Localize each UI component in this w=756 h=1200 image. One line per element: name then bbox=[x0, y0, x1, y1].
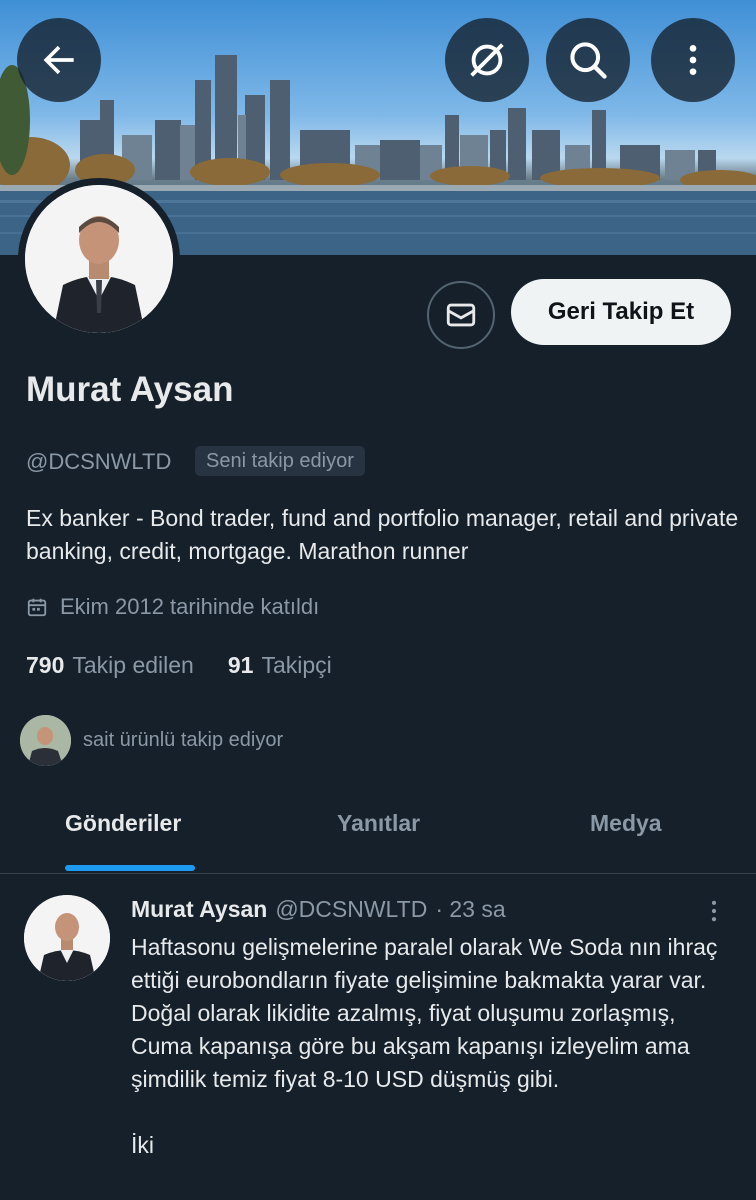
followers-link[interactable]: 91 Takipçi bbox=[228, 652, 332, 679]
tab-replies[interactable]: Yanıtlar bbox=[337, 810, 420, 837]
followers-label: Takipçi bbox=[261, 652, 332, 678]
followed-by-text: sait ürünlü takip ediyor bbox=[83, 729, 284, 751]
joined-text: Ekim 2012 tarihinde katıldı bbox=[60, 594, 320, 619]
translate-button[interactable] bbox=[445, 18, 529, 102]
joined-date: Ekim 2012 tarihinde katıldı bbox=[26, 594, 319, 620]
arrow-left-icon bbox=[43, 45, 74, 75]
translate-icon bbox=[470, 43, 504, 77]
person-photo bbox=[24, 895, 110, 981]
tweet-text: Haftasonu gelişmelerine paralel olarak W… bbox=[131, 934, 718, 1158]
more-options-button[interactable] bbox=[651, 18, 735, 102]
tweet-author-handle: @DCSNWLTD bbox=[275, 896, 428, 922]
back-button[interactable] bbox=[17, 18, 101, 102]
follower-photo bbox=[20, 715, 71, 766]
tab-media[interactable]: Medya bbox=[590, 810, 662, 837]
tweet-time: · 23 sa bbox=[435, 896, 506, 922]
profile-handle: @DCSNWLTD bbox=[26, 449, 172, 474]
more-vertical-icon bbox=[689, 45, 697, 75]
followers-count: 91 bbox=[227, 652, 254, 678]
follows-you-badge: Seni takip ediyor bbox=[195, 446, 365, 476]
divider bbox=[0, 873, 756, 874]
more-vertical-icon bbox=[711, 900, 717, 922]
profile-avatar[interactable] bbox=[18, 178, 180, 340]
message-button[interactable] bbox=[427, 281, 495, 349]
tweet-more-button[interactable] bbox=[700, 896, 728, 926]
tab-posts[interactable]: Gönderiler bbox=[65, 810, 181, 837]
profile-bio: Ex banker - Bond trader, fund and portfo… bbox=[26, 505, 739, 564]
following-link[interactable]: 790 Takip edilen bbox=[26, 652, 194, 679]
follow-stats: 790 Takip edilen 91 Takipçi bbox=[26, 652, 332, 679]
search-icon bbox=[570, 42, 607, 79]
profile-tabs: Gönderiler Yanıtlar Medya bbox=[0, 790, 756, 872]
calendar-icon bbox=[27, 598, 47, 617]
search-button[interactable] bbox=[546, 18, 630, 102]
person-photo bbox=[25, 185, 173, 333]
following-label: Takip edilen bbox=[72, 652, 194, 678]
tweet-header: Murat Aysan @DCSNWLTD · 23 sa bbox=[131, 896, 506, 923]
profile-name: Murat Aysan bbox=[26, 370, 234, 409]
follower-avatar bbox=[20, 715, 71, 766]
active-tab-indicator bbox=[65, 865, 195, 871]
following-count: 790 bbox=[26, 652, 65, 678]
followed-by-row[interactable]: sait ürünlü takip ediyor bbox=[20, 715, 283, 766]
mail-icon bbox=[446, 303, 476, 327]
tweet-avatar[interactable] bbox=[24, 895, 110, 981]
tweet-author-name[interactable]: Murat Aysan bbox=[131, 896, 267, 923]
follow-back-button[interactable]: Geri Takip Et bbox=[511, 279, 731, 345]
